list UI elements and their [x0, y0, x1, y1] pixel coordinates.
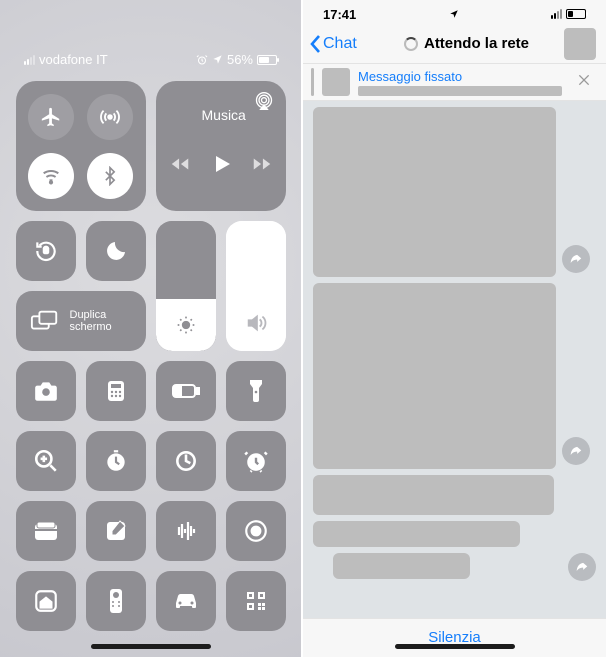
back-label: Chat — [323, 35, 357, 53]
pinned-indicator — [311, 68, 314, 96]
home-indicator[interactable] — [395, 644, 515, 649]
screen-record-button[interactable] — [226, 501, 286, 561]
chat-scroll-area[interactable] — [303, 101, 606, 618]
message-bubble[interactable] — [313, 475, 554, 515]
home-button[interactable] — [16, 571, 76, 631]
message-bubble[interactable] — [333, 553, 470, 579]
chat-avatar[interactable] — [564, 28, 596, 60]
screen-mirror-icon — [30, 309, 60, 333]
screen-mirror-label-2: schermo — [70, 321, 112, 333]
carrier-label: vodafone IT — [39, 52, 108, 67]
nav-title: Attendo la rete — [424, 35, 529, 52]
alarm-button[interactable] — [226, 431, 286, 491]
status-time: 17:41 — [323, 7, 356, 22]
stopwatch-button[interactable] — [86, 431, 146, 491]
next-track-button[interactable] — [251, 153, 273, 175]
message-bubble[interactable] — [313, 107, 556, 277]
telegram-screen: 17:41 Chat Attendo la rete Messaggio fis… — [303, 0, 606, 657]
volume-icon — [226, 312, 286, 339]
home-indicator[interactable] — [91, 644, 211, 649]
remote-button[interactable] — [86, 571, 146, 631]
brightness-icon — [176, 315, 196, 335]
message-bubble[interactable] — [313, 521, 520, 547]
bluetooth-button[interactable] — [87, 153, 133, 199]
battery-pct: 56% — [227, 52, 253, 67]
notes-button[interactable] — [86, 501, 146, 561]
share-arrow-icon — [575, 560, 589, 574]
music-title: Musica — [202, 107, 274, 123]
wallet-button[interactable] — [16, 501, 76, 561]
qr-scan-button[interactable] — [226, 571, 286, 631]
volume-slider[interactable] — [226, 221, 286, 351]
battery-icon — [257, 55, 277, 65]
rotation-lock-button[interactable] — [16, 221, 76, 281]
battery-icon — [566, 9, 586, 19]
camera-button[interactable] — [16, 361, 76, 421]
location-status-icon — [449, 9, 459, 19]
timer-button[interactable] — [156, 431, 216, 491]
voice-memos-button[interactable] — [156, 501, 216, 561]
pinned-title: Messaggio fissato — [358, 69, 562, 84]
share-button[interactable] — [568, 553, 596, 581]
share-arrow-icon — [569, 444, 583, 458]
control-center-screen: vodafone IT 56% — [0, 0, 303, 657]
share-button[interactable] — [562, 437, 590, 465]
carplay-button[interactable] — [156, 571, 216, 631]
share-button[interactable] — [562, 245, 590, 273]
signal-icon — [551, 9, 562, 19]
loading-spinner-icon — [404, 37, 418, 51]
status-bar: vodafone IT 56% — [0, 0, 301, 73]
share-arrow-icon — [569, 252, 583, 266]
location-status-icon — [212, 54, 223, 65]
brightness-slider[interactable] — [156, 221, 216, 351]
low-power-button[interactable] — [156, 361, 216, 421]
music-tile[interactable]: Musica — [156, 81, 286, 211]
message-bubble[interactable] — [313, 283, 556, 469]
pinned-preview — [358, 86, 562, 96]
screen-mirror-label-1: Duplica — [70, 309, 112, 321]
play-button[interactable] — [209, 152, 233, 176]
close-icon — [576, 72, 592, 88]
do-not-disturb-button[interactable] — [86, 221, 146, 281]
pinned-close-button[interactable] — [570, 71, 598, 94]
flashlight-button[interactable] — [226, 361, 286, 421]
signal-icon — [24, 55, 35, 65]
screen-mirroring-button[interactable]: Duplica schermo — [16, 291, 146, 351]
calculator-button[interactable] — [86, 361, 146, 421]
pinned-thumbnail — [322, 68, 350, 96]
pinned-message-bar[interactable]: Messaggio fissato — [303, 64, 606, 101]
airplane-mode-button[interactable] — [28, 94, 74, 140]
wifi-button[interactable] — [28, 153, 74, 199]
nav-bar: Chat Attendo la rete — [303, 24, 606, 64]
cellular-data-button[interactable] — [87, 94, 133, 140]
chevron-left-icon — [309, 34, 323, 54]
mute-button[interactable]: Silenzia — [303, 618, 606, 656]
back-button[interactable]: Chat — [309, 34, 379, 54]
magnifier-button[interactable] — [16, 431, 76, 491]
prev-track-button[interactable] — [169, 153, 191, 175]
alarm-status-icon — [196, 54, 208, 66]
connectivity-group[interactable] — [16, 81, 146, 211]
status-bar: 17:41 — [303, 0, 606, 24]
